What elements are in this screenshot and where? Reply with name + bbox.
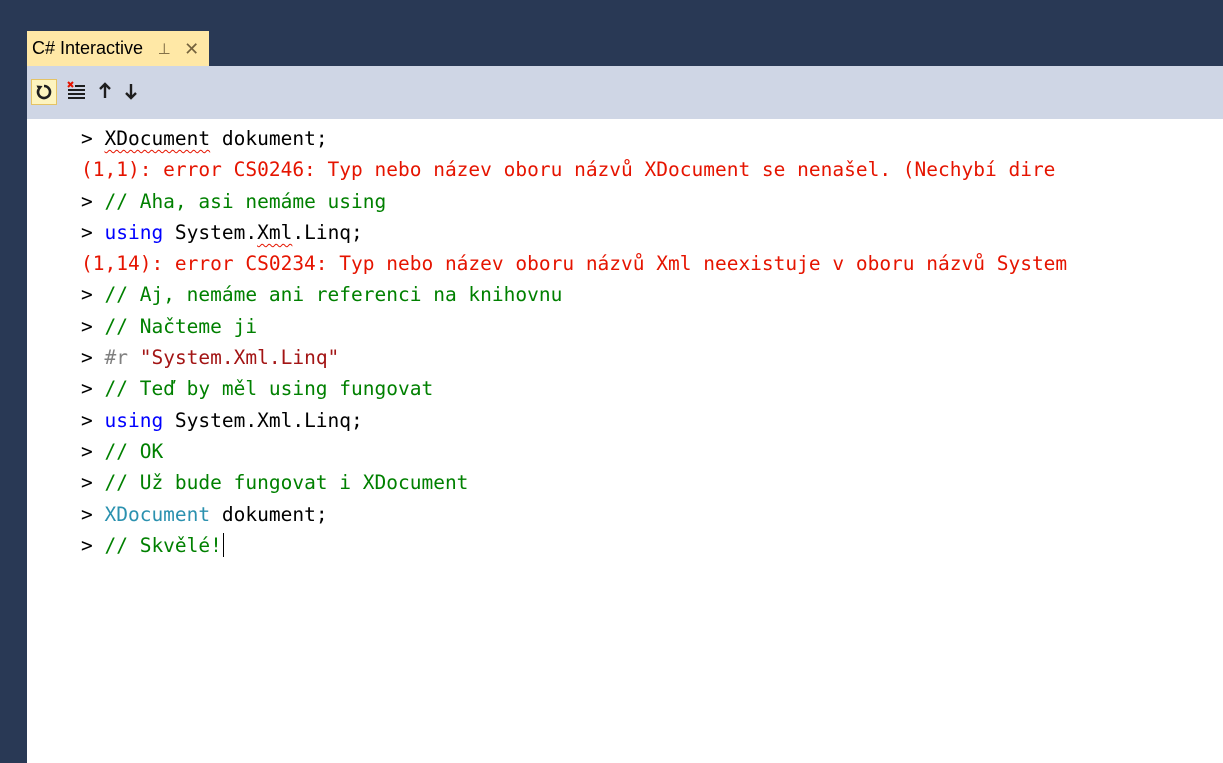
prompt-marker: >	[81, 502, 105, 526]
reset-button[interactable]	[31, 79, 57, 105]
repl-input-line: > XDocument dokument;	[81, 499, 1067, 530]
prompt-marker: >	[81, 189, 105, 213]
prompt-marker: >	[81, 408, 105, 432]
history-up-button[interactable]	[93, 79, 117, 103]
repl-input-line: > using System.Xml.Linq;	[81, 405, 1067, 436]
code-token-comment: // Načteme ji	[104, 314, 258, 338]
prompt-marker: >	[81, 439, 105, 463]
code-token-preproc: #r	[104, 346, 128, 370]
prompt-marker: >	[81, 533, 105, 557]
code-token-plain: Xml	[257, 220, 293, 244]
close-icon[interactable]: ✕	[184, 40, 199, 58]
repl-error-line: (1,1): error CS0246: Typ nebo název obor…	[81, 154, 1067, 185]
code-token-plain: .Linq;	[292, 220, 363, 244]
repl-input-line: > // Skvělé!	[81, 530, 1067, 561]
code-token-keyword: using	[104, 220, 164, 244]
prompt-marker: >	[81, 127, 105, 150]
prompt-marker: >	[81, 283, 105, 307]
code-token-comment: // Teď by měl using fungovat	[104, 377, 434, 401]
prompt-marker: >	[81, 377, 105, 401]
repl-input-line: > using System.Xml.Linq;	[81, 217, 1067, 248]
prompt-marker: >	[81, 346, 105, 370]
history-down-button[interactable]	[119, 79, 143, 103]
repl-input-line: > // OK	[81, 436, 1067, 467]
code-token-plain: dokument;	[210, 127, 328, 150]
document-tab-bar: C# Interactive ⊣ ✕	[0, 0, 1223, 66]
reset-icon	[36, 84, 52, 100]
repl-toolbar	[27, 66, 1223, 119]
code-token-comment: // Aha, asi nemáme using	[104, 189, 387, 213]
code-token-keyword: using	[104, 408, 164, 432]
code-token-plain: System.	[163, 220, 258, 244]
text-caret	[222, 532, 224, 557]
prompt-marker: >	[81, 220, 105, 244]
repl-input-line: > // Teď by měl using fungovat	[81, 373, 1067, 404]
repl-input-line: > // Aha, asi nemáme using	[81, 186, 1067, 217]
code-token-plain: XDocument	[104, 127, 211, 150]
repl-editor[interactable]: > XDocument dokument; (1,1): error CS0246…	[27, 119, 1223, 763]
repl-error-line: (1,14): error CS0234: Typ nebo název obo…	[81, 248, 1067, 279]
error-message: (1,1): error CS0246: Typ nebo název obor…	[81, 158, 1056, 182]
prompt-marker: >	[81, 471, 105, 495]
repl-input-line: > // Aj, nemáme ani referenci na knihovn…	[81, 279, 1067, 310]
repl-input-line: > // Načteme ji	[81, 311, 1067, 342]
code-token-comment: // Už bude fungovat i XDocument	[104, 471, 469, 495]
code-token-string: "System.Xml.Linq"	[139, 346, 340, 370]
repl-input-line: > #r "System.Xml.Linq"	[81, 342, 1067, 373]
code-token-comment: // Skvělé!	[104, 533, 222, 557]
code-token-plain: dokument;	[210, 502, 328, 526]
csharp-interactive-window: C# Interactive ⊣ ✕ > XDocument dokument;…	[0, 0, 1223, 763]
code-token-comment: // Aj, nemáme ani referenci na knihovnu	[104, 283, 563, 307]
arrow-up-icon	[99, 82, 111, 98]
tab-title: C# Interactive	[32, 38, 144, 58]
repl-history: > XDocument dokument; (1,1): error CS0246…	[81, 123, 1067, 561]
clear-screen-icon	[67, 81, 85, 99]
arrow-down-icon	[125, 84, 137, 100]
repl-input-line: > // Už bude fungovat i XDocument	[81, 467, 1067, 498]
code-token-plain: System.Xml.Linq;	[163, 408, 363, 432]
pin-icon[interactable]: ⊣	[155, 42, 172, 55]
code-token-comment: // OK	[104, 439, 164, 463]
tab-csharp-interactive[interactable]: C# Interactive ⊣ ✕	[27, 31, 210, 66]
repl-input-line: > XDocument dokument;	[81, 123, 1067, 154]
error-message: (1,14): error CS0234: Typ nebo název obo…	[81, 252, 1068, 276]
clear-screen-button[interactable]	[65, 79, 89, 103]
code-token-type: XDocument	[104, 502, 211, 526]
prompt-marker: >	[81, 314, 105, 338]
